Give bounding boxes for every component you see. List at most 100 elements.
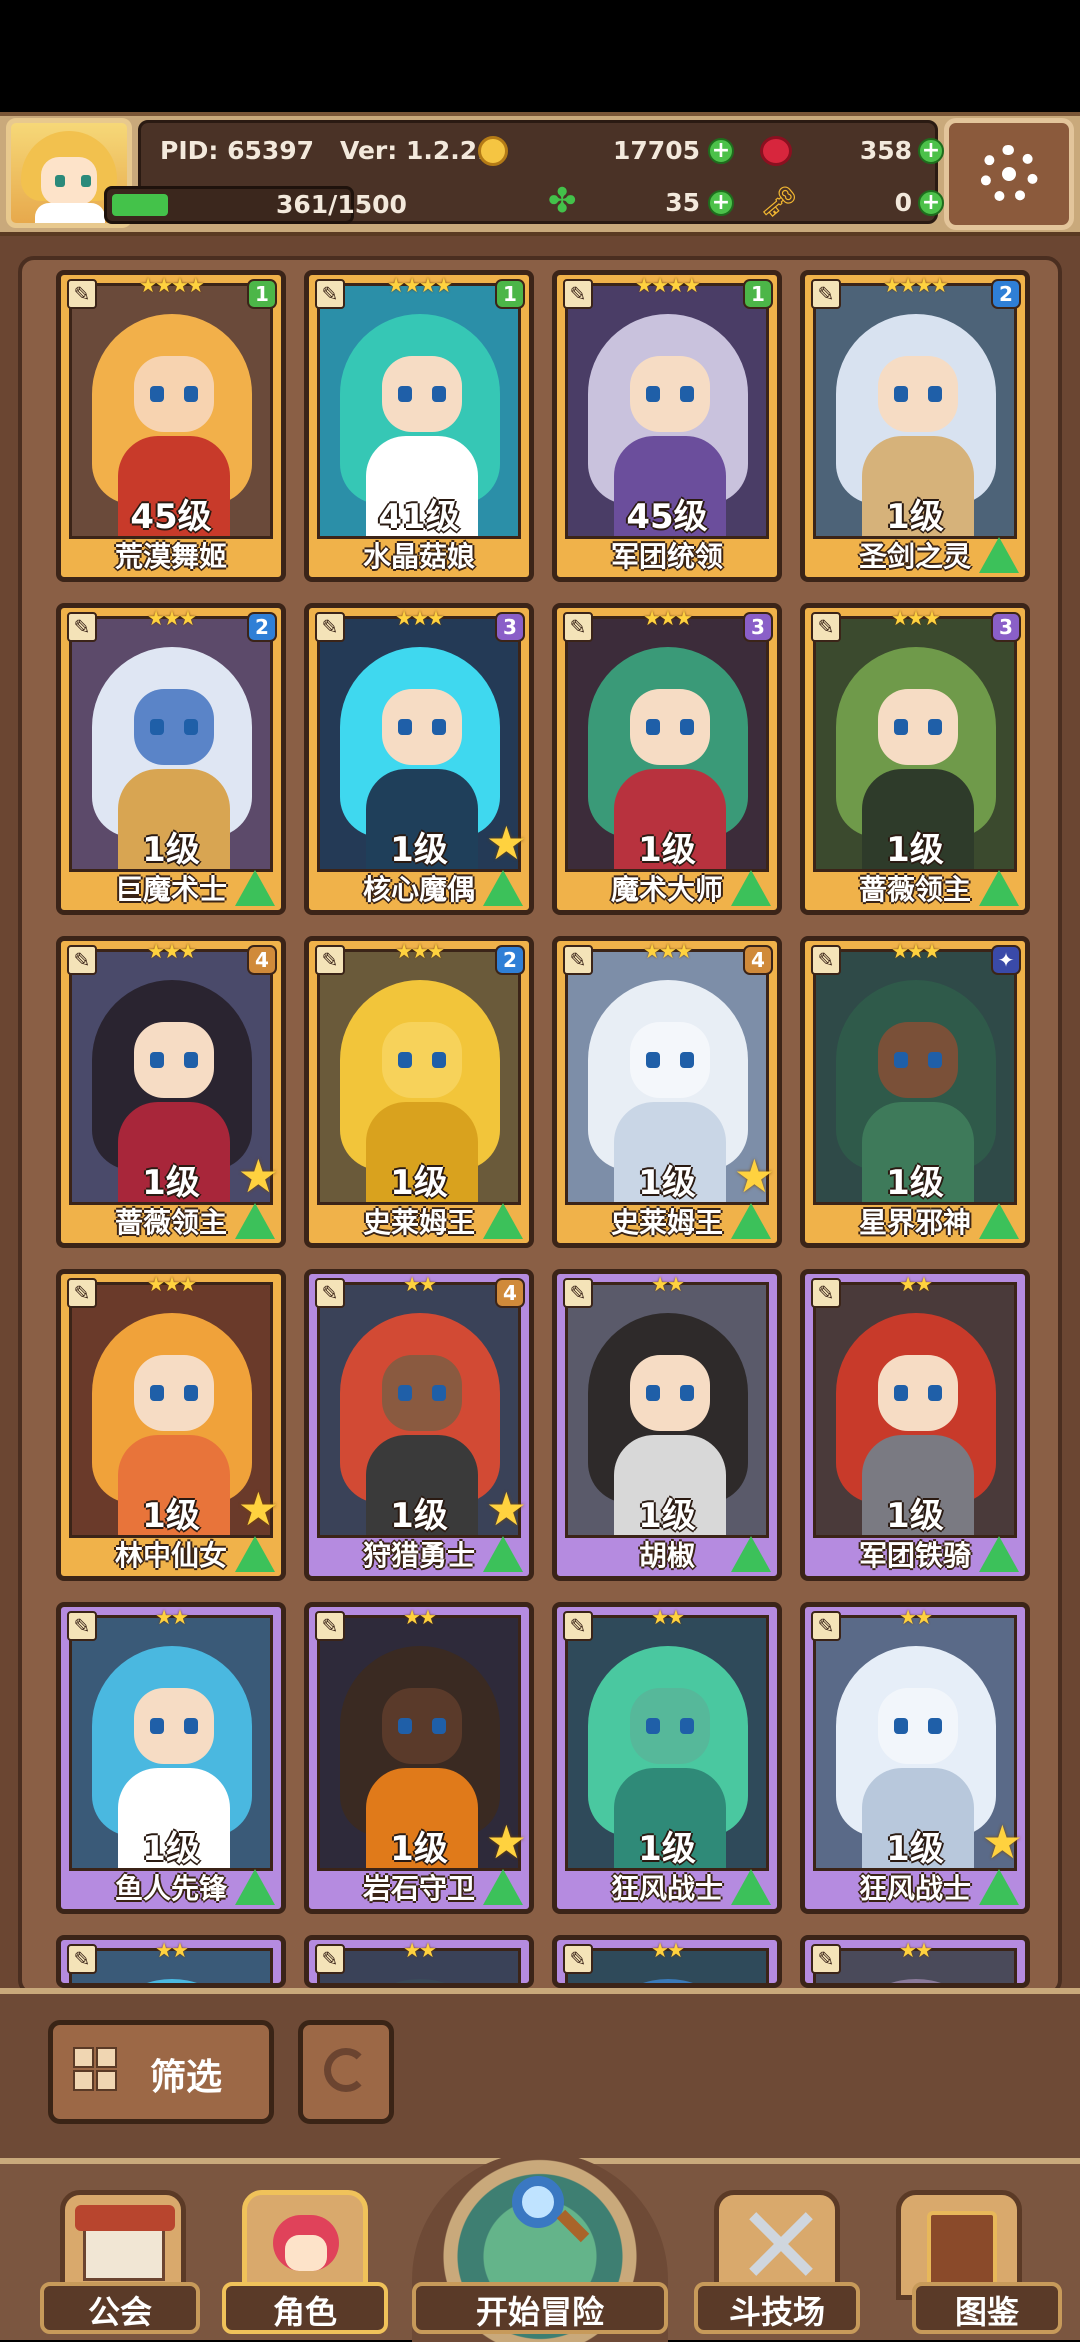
character-level: 1级 xyxy=(638,1496,696,1536)
character-card[interactable]: ✎ ★★ xyxy=(56,1935,286,1988)
character-level: 1级 xyxy=(886,1163,944,1203)
tree-icon xyxy=(235,870,275,906)
character-level: 1级 xyxy=(886,830,944,870)
character-card[interactable]: ✎ ★★★ 2 1级 史莱姆王 xyxy=(304,936,534,1248)
star-icon: ★ xyxy=(237,1149,279,1203)
character-name: 水晶菇娘 xyxy=(362,540,475,573)
nav-characters[interactable]: 角色 xyxy=(222,2282,388,2334)
character-level: 1级 xyxy=(638,1829,696,1869)
character-card[interactable]: ✎ ★★ 1级 胡椒 xyxy=(552,1269,782,1581)
rarity-stars: ★★ xyxy=(155,1938,189,1962)
tree-icon xyxy=(979,1869,1019,1905)
tree-icon xyxy=(731,1536,771,1572)
character-card[interactable]: ✎ ★★★★ 1 45级 荒漠舞姬 xyxy=(56,270,286,582)
character-card[interactable]: ✎ ★★★ 4 1级 ★ 蔷薇领主 xyxy=(56,936,286,1248)
character-card[interactable]: ✎ ★★ xyxy=(552,1935,782,1988)
rarity-stars: ★★ xyxy=(651,1938,685,1962)
refresh-icon xyxy=(324,2048,368,2092)
key-count: 0 xyxy=(894,188,912,217)
star-icon: ★ xyxy=(485,1482,527,1536)
rank-badge: 3 xyxy=(495,612,525,642)
character-card[interactable]: ✎ ★★ 1级 ★ 岩石守卫 xyxy=(304,1602,534,1914)
tree-icon xyxy=(235,1203,275,1239)
character-level: 45级 xyxy=(130,497,212,537)
rarity-stars: ★★ xyxy=(155,1605,189,1629)
character-card[interactable]: ✎ ★★★ 3 1级 蔷薇领主 xyxy=(800,603,1030,915)
character-card[interactable]: ✎ ★★ 1级 ★ 狂风战士 xyxy=(800,1602,1030,1914)
rank-badge: 1 xyxy=(495,279,525,309)
character-level: 1级 xyxy=(886,1496,944,1536)
add-keys-button[interactable]: + xyxy=(918,190,944,216)
character-level: 1级 xyxy=(142,830,200,870)
rank-badge: 2 xyxy=(247,612,277,642)
character-card[interactable]: ✎ ★★★★ 2 1级 圣剑之灵 xyxy=(800,270,1030,582)
character-card[interactable]: ✎ ★★★ 3 1级 魔术大师 xyxy=(552,603,782,915)
nav-codex[interactable]: 图鉴 xyxy=(912,2282,1062,2334)
rank-badge: 2 xyxy=(495,945,525,975)
character-card[interactable]: ✎ ★★ 4 1级 ★ 狩猎勇士 xyxy=(304,1269,534,1581)
rarity-stars: ★★★ xyxy=(147,1272,197,1296)
character-card[interactable]: ✎ ★★★ ✦ 1级 星界邪神 xyxy=(800,936,1030,1248)
rarity-stars: ★★ xyxy=(403,1605,437,1629)
add-clovers-button[interactable]: + xyxy=(708,190,734,216)
tree-icon xyxy=(979,537,1019,573)
tree-icon xyxy=(731,1203,771,1239)
rarity-stars: ★★ xyxy=(403,1938,437,1962)
character-card[interactable]: ✎ ★★ xyxy=(800,1935,1030,1988)
nav-arena[interactable]: 斗技场 xyxy=(694,2282,860,2334)
tree-icon xyxy=(979,870,1019,906)
character-level: 1级 xyxy=(390,1163,448,1203)
rank-badge: 4 xyxy=(247,945,277,975)
tree-icon xyxy=(235,1869,275,1905)
energy-bar-fill xyxy=(112,194,168,216)
settings-button[interactable] xyxy=(944,118,1074,230)
star-icon: ★ xyxy=(485,1815,527,1869)
rarity-stars: ★★ xyxy=(899,1605,933,1629)
player-id: PID: 65397 xyxy=(160,136,315,165)
nav-guild[interactable]: 公会 xyxy=(40,2282,200,2334)
add-gold-button[interactable]: + xyxy=(708,138,734,164)
rank-badge: 2 xyxy=(991,279,1021,309)
gem-icon xyxy=(760,136,792,166)
add-gems-button[interactable]: + xyxy=(918,138,944,164)
character-card[interactable]: ✎ ★★ 1级 狂风战士 xyxy=(552,1602,782,1914)
star-icon: ★ xyxy=(981,1815,1023,1869)
character-level: 1级 xyxy=(886,497,944,537)
star-icon: ★ xyxy=(485,816,527,870)
character-level: 45级 xyxy=(626,497,708,537)
clover-count: 35 xyxy=(665,188,700,217)
character-card[interactable]: ✎ ★★★ 3 1级 ★ 核心魔偶 xyxy=(304,603,534,915)
tree-icon xyxy=(979,1536,1019,1572)
character-level: 41级 xyxy=(378,497,460,537)
coin-icon xyxy=(478,136,508,166)
rank-badge: 4 xyxy=(743,945,773,975)
magnifier-icon xyxy=(512,2176,564,2228)
rank-badge: 4 xyxy=(495,1278,525,1308)
nav-start-adventure[interactable]: 开始冒险 xyxy=(412,2282,668,2334)
key-icon: 🗝 xyxy=(760,185,799,220)
character-card[interactable]: ✎ ★★★★ 1 45级 军团统领 xyxy=(552,270,782,582)
gold-count: 17705 xyxy=(613,136,700,165)
star-icon: ★ xyxy=(237,1482,279,1536)
rank-badge: 1 xyxy=(247,279,277,309)
tree-icon xyxy=(483,870,523,906)
character-card[interactable]: ✎ ★★★★ 1 41级 水晶菇娘 xyxy=(304,270,534,582)
character-card[interactable]: ✎ ★★ xyxy=(304,1935,534,1988)
tree-icon xyxy=(979,1203,1019,1239)
clover-icon: ✤ xyxy=(548,181,577,221)
tree-icon xyxy=(235,1536,275,1572)
character-card[interactable]: ✎ ★★★ 4 1级 ★ 史莱姆王 xyxy=(552,936,782,1248)
rank-badge: 1 xyxy=(743,279,773,309)
rarity-stars: ★★ xyxy=(899,1272,933,1296)
character-card[interactable]: ✎ ★★★ 1级 ★ 林中仙女 xyxy=(56,1269,286,1581)
character-level: 1级 xyxy=(142,1829,200,1869)
grid-icon xyxy=(73,2047,117,2091)
character-name: 军团统领 xyxy=(610,540,723,573)
rarity-stars: ★★ xyxy=(899,1938,933,1962)
tree-icon xyxy=(483,1869,523,1905)
character-card[interactable]: ✎ ★★ 1级 鱼人先锋 xyxy=(56,1602,286,1914)
character-card[interactable]: ✎ ★★ 1级 军团铁骑 xyxy=(800,1269,1030,1581)
character-card[interactable]: ✎ ★★★ 2 1级 巨魔术士 xyxy=(56,603,286,915)
rank-badge: 3 xyxy=(991,612,1021,642)
energy-count: 361/1500 xyxy=(276,190,407,219)
